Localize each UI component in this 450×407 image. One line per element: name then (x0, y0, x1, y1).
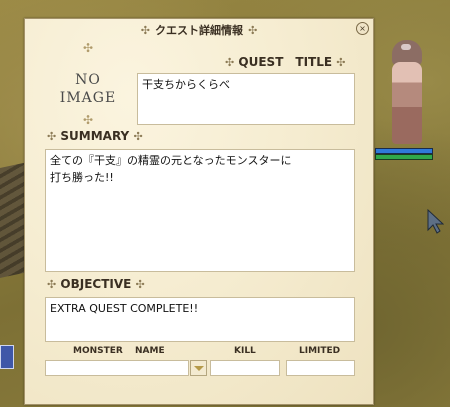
cursor-arrow-icon (427, 208, 444, 234)
quest-image-placeholder: ✣ NO IMAGE ✣ (42, 41, 134, 131)
summary-line2: 打ち勝った!! (50, 171, 114, 184)
summary-line1: 全ての『干支』の精霊の元となったモンスターに (50, 154, 292, 167)
col-header-limited: LIMITED (299, 346, 341, 356)
ornament-icon: ✣ (82, 41, 94, 55)
partial-ui-widget[interactable] (0, 345, 14, 369)
monster-name-field[interactable] (45, 360, 189, 376)
window-title: クエスト詳細情報 (155, 24, 243, 37)
objective-value: EXTRA QUEST COMPLETE!! (50, 302, 199, 315)
window-title-bar[interactable]: ✣ クエスト詳細情報 ✣ (25, 19, 373, 37)
summary-label: ✣ SUMMARY ✣ (47, 129, 143, 143)
no-image-line2: IMAGE (59, 90, 117, 106)
ornament-icon: ✣ (248, 24, 258, 37)
quest-title-label: ✣ QUEST TITLE ✣ (225, 55, 346, 69)
no-image-line1: NO (75, 72, 101, 88)
objective-field: EXTRA QUEST COMPLETE!! (45, 297, 355, 342)
sp-bar (375, 154, 433, 160)
col-header-kill: KILL (234, 346, 256, 356)
summary-field: 全ての『干支』の精霊の元となったモンスターに 打ち勝った!! (45, 149, 355, 272)
close-button[interactable]: × (356, 22, 369, 35)
objective-label: ✣ OBJECTIVE ✣ (47, 277, 145, 291)
quest-title-value: 干支ちからくらべ (142, 78, 230, 91)
limited-field (286, 360, 355, 376)
ornament-icon: ✣ (82, 113, 94, 127)
ornament-icon: ✣ (140, 24, 150, 37)
quest-detail-window: ✣ クエスト詳細情報 ✣ × ✣ NO IMAGE ✣ ✣ QUEST TITL… (24, 18, 374, 405)
col-header-name: NAME (135, 346, 165, 356)
kill-count-field (210, 360, 280, 376)
player-character[interactable] (392, 62, 422, 144)
close-icon: × (359, 24, 366, 33)
col-header-monster: MONSTER (73, 346, 123, 356)
quest-title-field: 干支ちからくらべ (137, 73, 355, 125)
no-image-text: NO IMAGE (42, 71, 134, 107)
monster-select-arrow[interactable] (190, 360, 207, 376)
